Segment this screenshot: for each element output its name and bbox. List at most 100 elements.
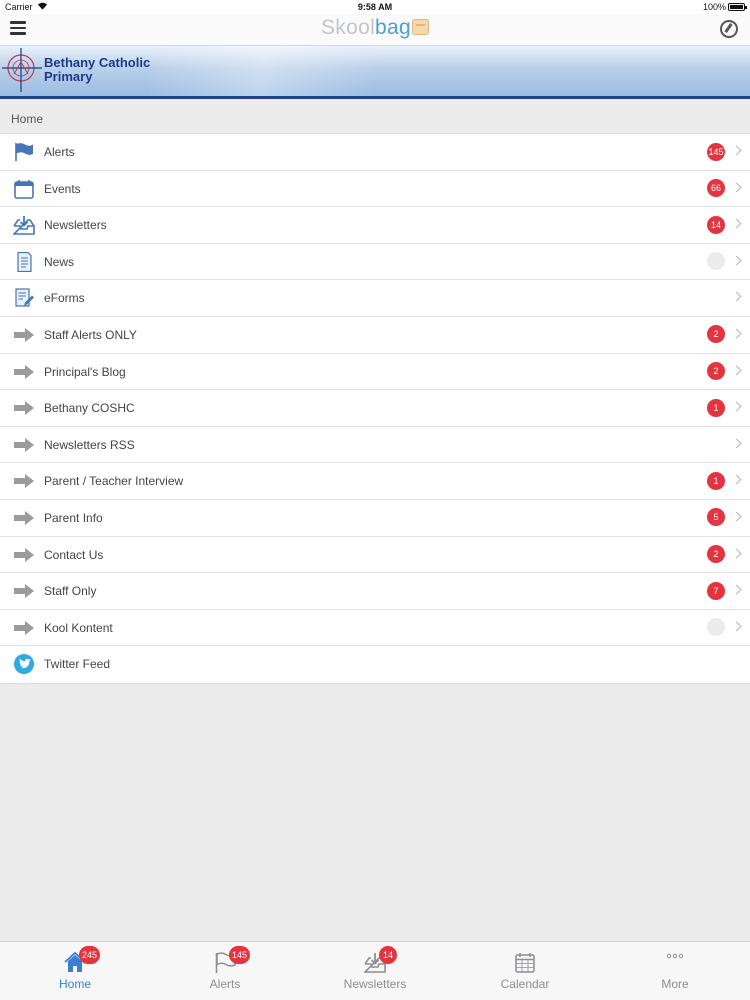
count-badge: 2: [707, 362, 725, 381]
chevron-right-icon: [731, 255, 742, 266]
chevron-right-icon: [731, 218, 742, 229]
chevron-right-icon: [731, 365, 742, 376]
arrow-right-icon: [14, 327, 34, 342]
count-badge: 7: [707, 581, 725, 600]
sync-icon[interactable]: [720, 20, 738, 38]
count-badge: 1: [707, 398, 725, 417]
brand-text-bag: bag: [375, 16, 411, 39]
list-item-label: Contact Us: [44, 547, 104, 562]
count-badge: 14: [707, 215, 725, 234]
battery-icon: [728, 3, 747, 11]
list-item-label: Parent / Teacher Interview: [44, 474, 184, 489]
list-item-label: Alerts: [44, 145, 75, 159]
count-badge: [707, 618, 725, 637]
list-item-parent-teacher-interview[interactable]: Parent / Teacher Interview 1: [0, 463, 750, 500]
list-item-label: Principal's Blog: [44, 364, 126, 379]
arrow-right-icon: [14, 547, 34, 562]
list-item-label: Staff Alerts ONLY: [44, 327, 137, 342]
app-logo: Skoolbag: [0, 16, 750, 40]
school-name: Bethany Catholic Primary: [44, 56, 184, 84]
chevron-right-icon: [731, 145, 742, 156]
inbox-download-icon: [13, 216, 35, 235]
list-item-label: News: [44, 254, 75, 269]
arrow-right-icon: [14, 620, 34, 635]
form-edit-icon: [15, 288, 34, 307]
chevron-right-icon: [731, 474, 742, 485]
clock: 9:58 AM: [357, 2, 393, 12]
tab-newsletters[interactable]: 14 Newsletters: [300, 942, 450, 1000]
school-name-line1: Bethany Catholic: [44, 55, 151, 70]
tab-badge: 145: [229, 946, 251, 964]
tab-badge: 245: [79, 946, 101, 964]
chevron-right-icon: [731, 328, 742, 339]
tab-calendar[interactable]: Calendar: [450, 942, 600, 1000]
count-badge: 1: [707, 471, 725, 490]
tab-alerts[interactable]: 145 Alerts: [150, 942, 300, 1000]
list-item-alerts[interactable]: Alerts 145: [0, 134, 750, 171]
list-item-label: Staff Only: [44, 584, 97, 599]
list-item-twitter-feed[interactable]: Twitter Feed: [0, 646, 750, 683]
list-item-news[interactable]: News: [0, 244, 750, 281]
arrow-right-icon: [14, 401, 34, 416]
list-item-bethany-coshc[interactable]: Bethany COSHC 1: [0, 390, 750, 427]
list-item-label: Twitter Feed: [44, 657, 111, 672]
arrow-right-icon: [14, 474, 34, 489]
status-bar: Carrier 9:58 AM 100%: [0, 0, 750, 14]
tab-more[interactable]: More: [600, 942, 750, 1000]
list-item-eforms[interactable]: eForms: [0, 280, 750, 317]
list-item-principals-blog[interactable]: Principal's Blog 2: [0, 354, 750, 391]
chevron-right-icon: [731, 511, 742, 522]
menu-list: Alerts 145 Events 66 Newsletters 14 News…: [0, 134, 750, 684]
list-item-events[interactable]: Events 66: [0, 171, 750, 208]
list-item-kool-kontent[interactable]: Kool Kontent: [0, 610, 750, 647]
battery-percent: 100%: [702, 2, 726, 12]
list-item-staff-alerts-only[interactable]: Staff Alerts ONLY 2: [0, 317, 750, 354]
count-badge: 5: [707, 508, 725, 527]
arrow-right-icon: [14, 510, 34, 525]
nav-bar: Skoolbag: [0, 14, 750, 46]
list-item-newsletters-rss[interactable]: Newsletters RSS: [0, 427, 750, 464]
count-badge: 145: [707, 142, 725, 161]
list-item-staff-only[interactable]: Staff Only 7: [0, 573, 750, 610]
tab-home[interactable]: 245 Home: [0, 942, 150, 1000]
calendar-icon: [14, 179, 34, 199]
tab-badge: 14: [379, 946, 397, 964]
list-item-parent-info[interactable]: Parent Info 5: [0, 500, 750, 537]
list-item-newsletters[interactable]: Newsletters 14: [0, 207, 750, 244]
schoolbag-icon: [411, 19, 429, 35]
list-item-label: Bethany COSHC: [44, 401, 135, 416]
chevron-right-icon: [731, 401, 742, 412]
tab-label: More: [661, 977, 689, 991]
tab-label: Newsletters: [343, 977, 407, 991]
document-icon: [17, 251, 32, 272]
chevron-right-icon: [731, 182, 742, 193]
chevron-right-icon: [731, 548, 742, 558]
count-badge: 2: [707, 545, 725, 564]
arrow-right-icon: [14, 437, 34, 452]
list-item-label: Kool Kontent: [44, 620, 113, 635]
list-item-label: Parent Info: [44, 510, 103, 525]
list-item-label: Newsletters: [44, 218, 107, 233]
count-badge: 66: [707, 179, 725, 198]
chevron-right-icon: [731, 584, 742, 595]
calendar-icon: [515, 953, 535, 973]
tab-label: Home: [58, 977, 91, 991]
tab-label: Calendar: [500, 977, 550, 991]
count-badge: [707, 252, 725, 271]
more-dots-icon: [666, 953, 684, 959]
school-name-line2: Primary: [44, 69, 93, 84]
chevron-right-icon: [731, 291, 742, 302]
school-crest-icon: [2, 48, 42, 92]
arrow-right-icon: [14, 584, 34, 599]
brand-text-skool: Skool: [321, 16, 376, 39]
list-item-label: eForms: [44, 291, 85, 306]
arrow-right-icon: [14, 364, 34, 379]
twitter-icon: [14, 654, 34, 675]
list-item-contact-us[interactable]: Contact Us 2: [0, 537, 750, 574]
chevron-right-icon: [731, 438, 742, 449]
breadcrumb: Home: [0, 102, 750, 134]
list-item-label: Events: [44, 181, 81, 196]
list-item-label: Newsletters RSS: [44, 437, 135, 452]
school-banner: Bethany Catholic Primary: [0, 46, 750, 99]
tab-bar: 245 Home 145 Alerts 14 Newsletters Calen…: [0, 941, 750, 1000]
